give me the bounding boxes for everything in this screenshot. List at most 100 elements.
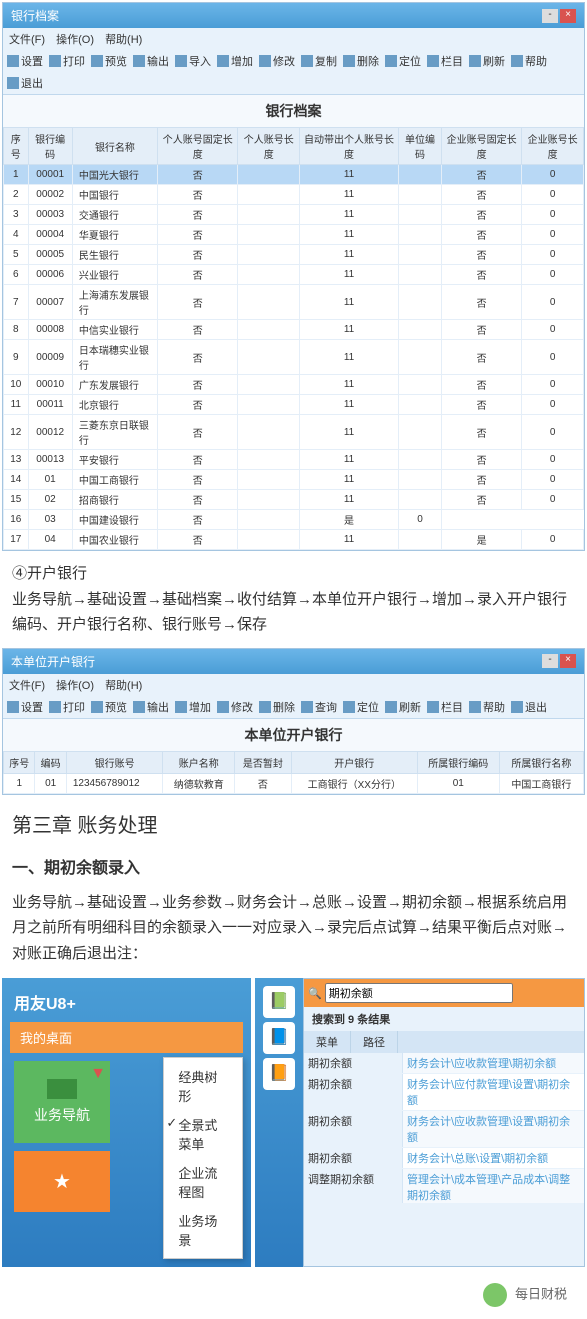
close-button[interactable]: × (560, 654, 576, 668)
toolbar-栏目[interactable]: 栏目 (427, 699, 463, 715)
table-row[interactable]: 101123456789012纳德软教育否工商银行（XX分行）01中国工商银行 (4, 773, 584, 793)
window-title: 本单位开户银行 (11, 653, 95, 670)
table-row[interactable]: 1200012三菱东京日联银行否11否0 (4, 415, 584, 450)
search-result-row[interactable]: 期初余额财务会计\总账\设置\期初余额 (304, 1148, 584, 1169)
toolbar-设置[interactable]: 设置 (7, 53, 43, 69)
menu-item-scenario[interactable]: 业务场景 (164, 1206, 242, 1254)
table-title: 本单位开户银行 (3, 719, 584, 751)
my-desktop-tab[interactable]: 我的桌面 (10, 1022, 243, 1053)
search-results: 期初余额财务会计\应收款管理\期初余额期初余额财务会计\应付款管理\设置\期初余… (304, 1053, 584, 1203)
toolbar-帮助[interactable]: 帮助 (511, 53, 547, 69)
minimize-button[interactable]: - (542, 654, 558, 668)
col-header: 银行账号 (66, 751, 163, 773)
table-row[interactable]: 1100011北京银行否11否0 (4, 395, 584, 415)
tab-path[interactable]: 路径 (351, 1031, 398, 1053)
col-header: 企业账号固定长度 (442, 128, 522, 165)
favorites-button[interactable] (14, 1151, 110, 1212)
menu-action[interactable]: 操作(O) (56, 34, 94, 46)
toolbar-输出[interactable]: 输出 (133, 699, 169, 715)
toolbar-修改[interactable]: 修改 (217, 699, 253, 715)
toolbar-退出[interactable]: 退出 (511, 699, 547, 715)
account-bank-window: 本单位开户银行 - × 文件(F) 操作(O) 帮助(H) 设置打印预览输出增加… (2, 648, 585, 795)
menu-item-panoramic[interactable]: 全景式菜单 (164, 1110, 242, 1158)
menu-bar: 文件(F) 操作(O) 帮助(H) (3, 674, 584, 696)
toolbar-刷新[interactable]: 刷新 (469, 53, 505, 69)
col-header: 所属银行名称 (499, 751, 583, 773)
table-row[interactable]: 1704中国农业银行否11是0 (4, 530, 584, 550)
account-table: 序号编码银行账号账户名称是否暂封开户银行所属银行编码所属银行名称 1011234… (3, 751, 584, 794)
search-panel: 🔍 搜索到 9 条结果 菜单 路径 期初余额财务会计\应收款管理\期初余额期初余… (303, 978, 585, 1267)
toolbar-打印[interactable]: 打印 (49, 699, 85, 715)
table-row[interactable]: 200002中国银行否11否0 (4, 185, 584, 205)
toolbar-增加[interactable]: 增加 (217, 53, 253, 69)
side-icon-1[interactable]: 📗 (263, 986, 295, 1018)
biznav-button[interactable]: ▼ 业务导航 (14, 1061, 110, 1143)
table-row[interactable]: 100001中国光大银行否11否0 (4, 165, 584, 185)
col-header: 开户银行 (291, 751, 417, 773)
side-icon-2[interactable]: 📘 (263, 1022, 295, 1054)
toolbar-设置[interactable]: 设置 (7, 699, 43, 715)
menu-item-tree[interactable]: 经典树形 (164, 1062, 242, 1110)
menu-item-flow[interactable]: 企业流程图 (164, 1158, 242, 1206)
uf-desktop-panel: 用友U8+ 我的桌面 ▼ 业务导航 经典树形 全景式菜单 企业流程图 业务场景 (2, 978, 251, 1267)
table-row[interactable]: 700007上海浦东发展银行否11否0 (4, 285, 584, 320)
toolbar: 设置打印预览输出导入增加修改复制删除定位栏目刷新帮助退出 (3, 50, 584, 95)
toolbar-退出[interactable]: 退出 (7, 75, 43, 91)
search-result-row[interactable]: 期初余额财务会计\应收款管理\设置\期初余额 (304, 1111, 584, 1148)
toolbar-导入[interactable]: 导入 (175, 53, 211, 69)
menu-help[interactable]: 帮助(H) (105, 34, 142, 46)
toolbar-修改[interactable]: 修改 (259, 53, 295, 69)
close-button[interactable]: × (560, 9, 576, 23)
col-header: 所属银行编码 (417, 751, 499, 773)
search-screenshot: 📗 📘 📙 🔍 搜索到 9 条结果 菜单 路径 期初余额财务会计\应收款管理\期… (255, 978, 585, 1267)
toolbar-栏目[interactable]: 栏目 (427, 53, 463, 69)
table-row[interactable]: 800008中信实业银行否11否0 (4, 320, 584, 340)
uf-logo: 用友U8+ (10, 986, 243, 1018)
toolbar-打印[interactable]: 打印 (49, 53, 85, 69)
toolbar-复制[interactable]: 复制 (301, 53, 337, 69)
col-header: 账户名称 (163, 751, 235, 773)
screenshot-row: 用友U8+ 我的桌面 ▼ 业务导航 经典树形 全景式菜单 企业流程图 业务场景 … (0, 974, 587, 1271)
toolbar-输出[interactable]: 输出 (133, 53, 169, 69)
step4-text: ④开户银行 业务导航→基础设置→基础档案→收付结算→本单位开户银行→增加→录入开… (0, 553, 587, 646)
search-result-row[interactable]: 调整期初余额管理会计\成本管理\产品成本\调整期初余额 (304, 1169, 584, 1203)
table-row[interactable]: 900009日本瑞穗实业银行否11否0 (4, 340, 584, 375)
menu-bar: 文件(F) 操作(O) 帮助(H) (3, 28, 584, 50)
menu-help[interactable]: 帮助(H) (105, 680, 142, 692)
col-header: 序号 (4, 751, 35, 773)
table-row[interactable]: 1000010广东发展银行否11否0 (4, 375, 584, 395)
menu-file[interactable]: 文件(F) (9, 680, 45, 692)
search-result-row[interactable]: 期初余额财务会计\应收款管理\期初余额 (304, 1053, 584, 1074)
toolbar-定位[interactable]: 定位 (343, 699, 379, 715)
table-row[interactable]: 1300013平安银行否11否0 (4, 450, 584, 470)
toolbar-定位[interactable]: 定位 (385, 53, 421, 69)
menu-file[interactable]: 文件(F) (9, 34, 45, 46)
toolbar-删除[interactable]: 删除 (343, 53, 379, 69)
toolbar-删除[interactable]: 删除 (259, 699, 295, 715)
search-result-row[interactable]: 期初余额财务会计\应付款管理\设置\期初余额 (304, 1074, 584, 1111)
table-row[interactable]: 1603中国建设银行否是0 (4, 510, 584, 530)
title-bar: 银行档案 - × (3, 3, 584, 28)
table-row[interactable]: 1502招商银行否11否0 (4, 490, 584, 510)
minimize-button[interactable]: - (542, 9, 558, 23)
table-row[interactable]: 1401中国工商银行否11否0 (4, 470, 584, 490)
col-header: 个人账号长度 (238, 128, 300, 165)
toolbar-增加[interactable]: 增加 (175, 699, 211, 715)
toolbar-查询[interactable]: 查询 (301, 699, 337, 715)
title-bar: 本单位开户银行 - × (3, 649, 584, 674)
toolbar-刷新[interactable]: 刷新 (385, 699, 421, 715)
menu-action[interactable]: 操作(O) (56, 680, 94, 692)
tab-menu[interactable]: 菜单 (304, 1031, 351, 1053)
side-icon-3[interactable]: 📙 (263, 1058, 295, 1090)
table-row[interactable]: 500005民生银行否11否0 (4, 245, 584, 265)
toolbar-预览[interactable]: 预览 (91, 53, 127, 69)
toolbar: 设置打印预览输出增加修改删除查询定位刷新栏目帮助退出 (3, 696, 584, 719)
table-row[interactable]: 400004华夏银行否11否0 (4, 225, 584, 245)
table-row[interactable]: 600006兴业银行否11否0 (4, 265, 584, 285)
search-icon: 🔍 (308, 988, 322, 1000)
table-title: 银行档案 (3, 95, 584, 127)
table-row[interactable]: 300003交通银行否11否0 (4, 205, 584, 225)
search-input[interactable] (325, 983, 513, 1003)
toolbar-预览[interactable]: 预览 (91, 699, 127, 715)
toolbar-帮助[interactable]: 帮助 (469, 699, 505, 715)
